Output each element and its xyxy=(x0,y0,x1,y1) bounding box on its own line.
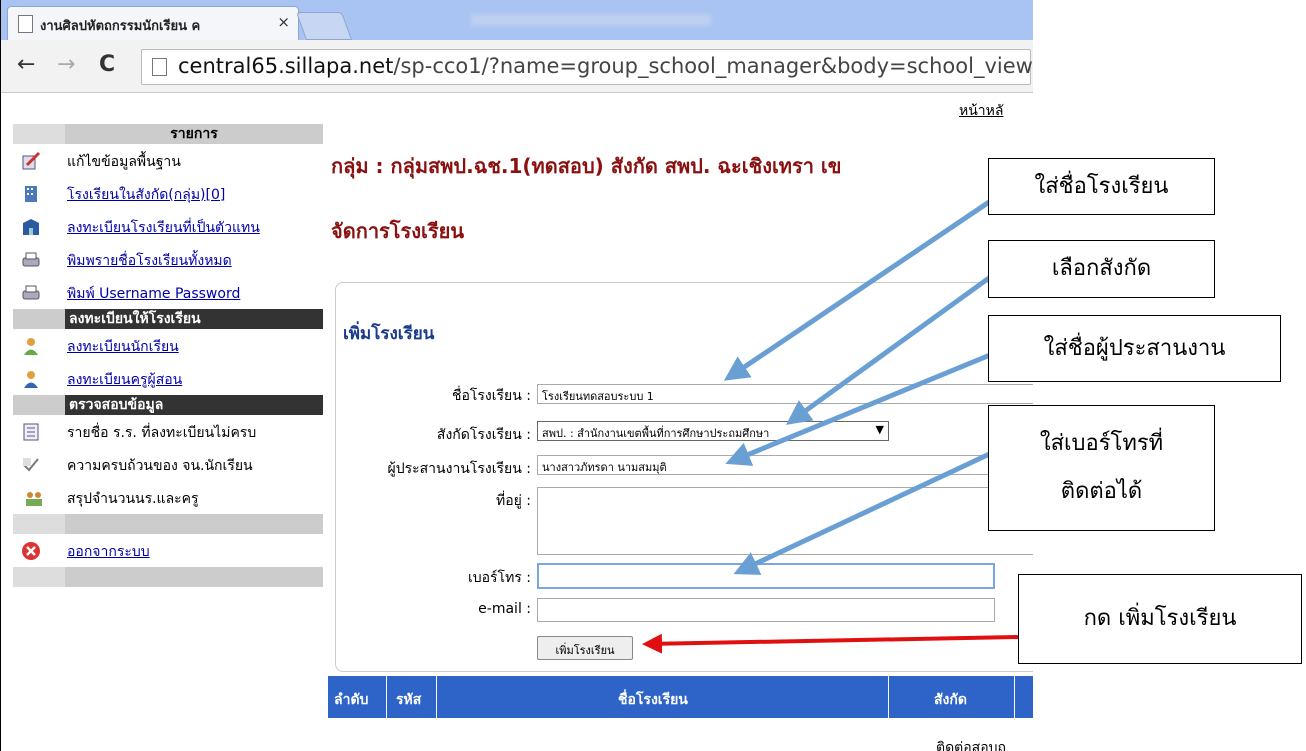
home-link[interactable]: หน้าหลั xyxy=(959,100,1003,122)
sidebar-item-schools[interactable]: โรงเรียนในสังกัด(กลุ่ม)[0] xyxy=(13,177,323,210)
sidebar-item-label: โรงเรียนในสังกัด(กลุ่ม)[0] xyxy=(67,187,226,203)
sidebar-item-print-all[interactable]: พิมพรายชื่อโรงเรียนทั้งหมด xyxy=(13,243,323,276)
column-header[interactable]: สังกัด xyxy=(934,689,967,711)
dropdown-arrow-icon: ▼ xyxy=(875,423,884,436)
sidebar-item-edit-basic[interactable]: แก้ไขข้อมูลพื้นฐาน xyxy=(13,144,323,177)
callout-submit: กด เพิ่มโรงเรียน xyxy=(1018,574,1302,664)
sidebar-heading: รายการ xyxy=(13,124,323,144)
list-icon xyxy=(23,423,39,441)
callout-coordinator: ใส่ชื่อผู้ประสานงาน xyxy=(988,315,1281,382)
callout-affiliation: เลือกสังกัด xyxy=(988,240,1215,298)
sidebar-item-label: พิมพรายชื่อโรงเรียนทั้งหมด xyxy=(67,253,232,269)
sidebar-item-completeness[interactable]: ความครบถ้วนของ จน.นักเรียน xyxy=(13,448,323,481)
column-divider xyxy=(436,676,437,718)
school-name-input[interactable]: โรงเรียนทดสอบระบบ 1 xyxy=(537,384,1033,404)
address-textarea[interactable] xyxy=(537,487,1033,555)
sidebar-item-label: ลงทะเบียนครูผู้สอน xyxy=(67,372,183,388)
browser-tab[interactable]: งานศิลปหัตถกรรมนักเรียน ค × xyxy=(7,6,299,41)
callout-phone: ใส่เบอร์โทรที่ ติดต่อได้ xyxy=(988,405,1215,531)
email-input[interactable] xyxy=(537,598,995,622)
panel-title: เพิ่มโรงเรียน xyxy=(343,324,435,344)
blurred-window-title xyxy=(471,14,711,26)
column-divider xyxy=(1014,676,1015,718)
sidebar-item-label: แก้ไขข้อมูลพื้นฐาน xyxy=(67,154,181,170)
reload-icon[interactable]: C xyxy=(99,52,115,77)
email-label: e-mail : xyxy=(478,601,531,617)
sidebar-item-incomplete[interactable]: รายชื่อ ร.ร. ที่ลงทะเบียนไม่ครบ xyxy=(13,415,323,448)
school-register-icon xyxy=(23,219,39,235)
column-header[interactable]: ชื่อโรงเรียน xyxy=(618,689,688,711)
sidebar-item-label: ความครบถ้วนของ จน.นักเรียน xyxy=(67,458,253,474)
column-divider xyxy=(888,676,889,718)
tab-strip: งานศิลปหัตถกรรมนักเรียน ค × xyxy=(1,0,1033,41)
affiliation-select[interactable]: สพป. : สำนักงานเขตพื้นที่การศึกษาประถมศึ… xyxy=(537,421,889,441)
callout-school-name: ใส่ชื่อโรงเรียน xyxy=(988,158,1215,215)
people-icon xyxy=(26,492,42,506)
sidebar-item-summary[interactable]: สรุปจำนวนนร.และครู xyxy=(13,481,323,514)
tab-title: งานศิลปหัตถกรรมนักเรียน ค xyxy=(40,19,201,34)
building-icon xyxy=(25,186,37,202)
sidebar-item-register-student[interactable]: ลงทะเบียนนักเรียน xyxy=(13,329,323,362)
affiliation-selected: สพป. : สำนักงานเขตพื้นที่การศึกษาประถมศึ… xyxy=(542,427,770,440)
sidebar-item-label: ออกจากระบบ xyxy=(67,544,150,560)
sidebar-item-label: ลงทะเบียนนักเรียน xyxy=(67,339,179,355)
sidebar-item-register-teacher[interactable]: ลงทะเบียนครูผู้สอน xyxy=(13,362,323,395)
coordinator-label: ผู้ประสานงานโรงเรียน : xyxy=(387,461,532,477)
sidebar-section-register: ลงทะเบียนให้โรงเรียน xyxy=(13,309,323,329)
phone-label: เบอร์โทร : xyxy=(467,570,531,586)
back-arrow-icon[interactable]: ← xyxy=(17,52,35,77)
edit-icon xyxy=(22,151,41,170)
affiliation-label: สังกัดโรงเรียน : xyxy=(436,427,531,443)
sidebar-item-label: รายชื่อ ร.ร. ที่ลงทะเบียนไม่ครบ xyxy=(67,425,257,441)
printer-icon xyxy=(22,285,40,300)
column-header[interactable]: รหัส xyxy=(396,689,421,711)
phone-input[interactable] xyxy=(537,563,995,589)
add-school-button[interactable]: เพิ่มโรงเรียน xyxy=(537,636,633,660)
sidebar-spacer xyxy=(13,567,323,587)
coordinator-input[interactable]: นางสาวภัทรดา นามสมมุติ xyxy=(537,455,1033,475)
teacher-icon xyxy=(24,371,38,388)
group-title: กลุ่ม : กลุ่มสพป.ฉช.1(ทดสอบ) สังกัด สพป.… xyxy=(331,154,842,178)
page-icon xyxy=(152,58,167,76)
page-icon xyxy=(18,15,33,33)
sidebar-item-print-user[interactable]: พิมพ์ Username Password xyxy=(13,276,323,309)
sidebar-item-register-rep[interactable]: ลงทะเบียนโรงเรียนที่เป็นตัวแทน xyxy=(13,210,323,243)
printer-icon xyxy=(22,252,40,267)
column-divider xyxy=(386,676,387,718)
footer-contact: ติดต่อสอบถ xyxy=(936,740,1006,751)
callout-phone-line1: ใส่เบอร์โทรที่ xyxy=(1039,431,1164,456)
sidebar-item-label: ลงทะเบียนโรงเรียนที่เป็นตัวแทน xyxy=(67,220,260,236)
forward-arrow-icon[interactable]: → xyxy=(57,52,75,77)
logout-icon xyxy=(22,542,40,560)
column-header[interactable]: ลำดับ xyxy=(334,689,368,711)
sidebar-item-label: พิมพ์ Username Password xyxy=(67,286,241,302)
check-icon xyxy=(23,458,39,472)
callout-phone-line2: ติดต่อได้ xyxy=(1060,479,1143,504)
sidebar-item-label: สรุปจำนวนนร.และครู xyxy=(67,491,199,507)
sidebar: รายการ แก้ไขข้อมูลพื้นฐาน โรงเรียนในสังก… xyxy=(13,124,323,587)
close-tab-icon[interactable]: × xyxy=(277,13,290,31)
url-text: central65.sillapa.net/sp-cco1/?name=grou… xyxy=(178,54,1033,78)
address-bar[interactable]: central65.sillapa.net/sp-cco1/?name=grou… xyxy=(141,49,1033,85)
sidebar-spacer xyxy=(13,514,323,534)
sidebar-section-check: ตรวจสอบข้อมูล xyxy=(13,395,323,415)
sidebar-item-logout[interactable]: ออกจากระบบ xyxy=(13,534,323,567)
page-title: จัดการโรงเรียน xyxy=(331,219,465,243)
new-tab-button[interactable] xyxy=(295,12,353,40)
browser-window: งานศิลปหัตถกรรมนักเรียน ค × ← → C centra… xyxy=(0,0,1033,751)
school-table-header: ลำดับ รหัส ชื่อโรงเรียน สังกัด xyxy=(328,676,1033,718)
student-icon xyxy=(24,338,38,355)
address-label: ที่อยู่ : xyxy=(495,493,531,509)
school-name-label: ชื่อโรงเรียน : xyxy=(451,388,531,404)
browser-toolbar: ← → C central65.sillapa.net/sp-cco1/?nam… xyxy=(1,40,1033,93)
